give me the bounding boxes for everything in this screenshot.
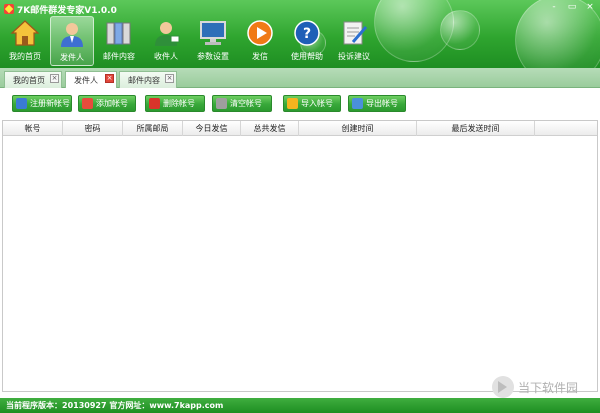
toolbar-help[interactable]: ? 使用帮助	[285, 16, 329, 66]
maximize-button[interactable]: ▭	[566, 2, 578, 12]
window-controls: - ▭ ×	[548, 2, 596, 12]
accounts-table[interactable]: 帐号 密码 所属邮局 今日发信 总共发信 创建时间 最后发送时间	[2, 120, 598, 392]
mail-content-icon	[104, 18, 134, 48]
toolbar-settings[interactable]: 参数设置	[191, 16, 235, 66]
column-header-today-sent[interactable]: 今日发信	[183, 121, 241, 136]
toolbar-area: 7K邮件群发专家V1.0.0 - ▭ × 我的首页 发件人 邮件内容 收件人 参…	[0, 0, 600, 68]
toolbar-mail-content[interactable]: 邮件内容	[97, 16, 141, 66]
delete-account-label: 删除帐号	[163, 99, 195, 108]
recipient-icon	[151, 18, 181, 48]
column-header-mail-server[interactable]: 所属邮局	[123, 121, 183, 136]
app-logo-icon	[4, 4, 14, 14]
column-header-password[interactable]: 密码	[63, 121, 123, 136]
clear-accounts-button[interactable]: 清空帐号	[212, 95, 272, 112]
feedback-icon	[339, 18, 369, 48]
toolbar-send-label: 发信	[252, 52, 268, 61]
main-toolbar: 我的首页 发件人 邮件内容 收件人 参数设置 发信 ? 使用帮助 投诉建议	[3, 16, 376, 66]
watermark-logo-icon	[492, 376, 514, 398]
toolbar-recipient[interactable]: 收件人	[144, 16, 188, 66]
minimize-button[interactable]: -	[548, 2, 560, 12]
register-account-label: 注册新帐号	[30, 99, 70, 108]
tab-mail-content-label: 邮件内容	[128, 75, 160, 85]
tab-home[interactable]: 我的首页 ×	[4, 71, 62, 88]
add-account-button[interactable]: 添加帐号	[78, 95, 136, 112]
toolbar-recipient-label: 收件人	[154, 52, 178, 61]
table-header: 帐号 密码 所属邮局 今日发信 总共发信 创建时间 最后发送时间	[3, 121, 597, 136]
delete-icon	[149, 98, 160, 109]
add-icon	[82, 98, 93, 109]
watermark: 当下软件园	[492, 376, 578, 398]
register-account-button[interactable]: 注册新帐号	[12, 95, 72, 112]
toolbar-home[interactable]: 我的首页	[3, 16, 47, 66]
svg-text:?: ?	[303, 26, 311, 42]
settings-monitor-icon	[198, 18, 228, 48]
toolbar-mail-content-label: 邮件内容	[103, 52, 135, 61]
import-accounts-button[interactable]: 导入帐号	[283, 95, 341, 112]
tab-mail-content[interactable]: 邮件内容 ×	[119, 71, 177, 88]
clear-accounts-label: 清空帐号	[230, 99, 262, 108]
status-text: 当前程序版本：20130927 官方网址：www.7kapp.com	[6, 401, 224, 410]
clear-icon	[216, 98, 227, 109]
tab-sender-label: 发件人	[74, 76, 98, 85]
tab-home-label: 我的首页	[13, 75, 45, 85]
column-header-total-sent[interactable]: 总共发信	[241, 121, 299, 136]
action-bar: 注册新帐号 添加帐号 删除帐号 清空帐号 导入帐号 导出帐号	[0, 88, 600, 118]
import-accounts-label: 导入帐号	[301, 99, 333, 108]
import-icon	[287, 98, 298, 109]
watermark-text: 当下软件园	[518, 380, 579, 395]
column-header-account[interactable]: 帐号	[3, 121, 63, 136]
toolbar-feedback-label: 投诉建议	[338, 52, 370, 61]
app-window: 7K邮件群发专家V1.0.0 - ▭ × 我的首页 发件人 邮件内容 收件人 参…	[0, 0, 600, 413]
toolbar-home-label: 我的首页	[9, 52, 41, 61]
toolbar-send[interactable]: 发信	[238, 16, 282, 66]
tab-sender[interactable]: 发件人 ×	[65, 71, 117, 89]
toolbar-sender[interactable]: 发件人	[50, 16, 94, 66]
send-play-icon	[245, 18, 275, 48]
home-icon	[10, 18, 40, 48]
export-accounts-label: 导出帐号	[366, 99, 398, 108]
tab-strip: 我的首页 × 发件人 × 邮件内容 ×	[0, 68, 600, 89]
toolbar-settings-label: 参数设置	[197, 52, 229, 61]
app-title: 7K邮件群发专家V1.0.0	[17, 5, 117, 16]
column-header-last-sent-time[interactable]: 最后发送时间	[417, 121, 535, 136]
help-icon: ?	[292, 18, 322, 48]
add-account-label: 添加帐号	[96, 99, 128, 108]
tab-close-icon[interactable]: ×	[105, 74, 114, 83]
window-title: 7K邮件群发专家V1.0.0	[4, 2, 117, 16]
status-bar: 当前程序版本：20130927 官方网址：www.7kapp.com	[0, 398, 600, 413]
delete-account-button[interactable]: 删除帐号	[145, 95, 205, 112]
tab-close-icon[interactable]: ×	[165, 74, 174, 83]
toolbar-feedback[interactable]: 投诉建议	[332, 16, 376, 66]
export-icon	[352, 98, 363, 109]
close-button[interactable]: ×	[584, 2, 596, 12]
export-accounts-button[interactable]: 导出帐号	[348, 95, 406, 112]
toolbar-help-label: 使用帮助	[291, 52, 323, 61]
register-icon	[16, 98, 27, 109]
sender-icon	[57, 19, 87, 49]
toolbar-sender-label: 发件人	[60, 53, 84, 62]
column-header-created-time[interactable]: 创建时间	[299, 121, 417, 136]
decorative-bubble	[440, 10, 480, 50]
tab-close-icon[interactable]: ×	[50, 74, 59, 83]
